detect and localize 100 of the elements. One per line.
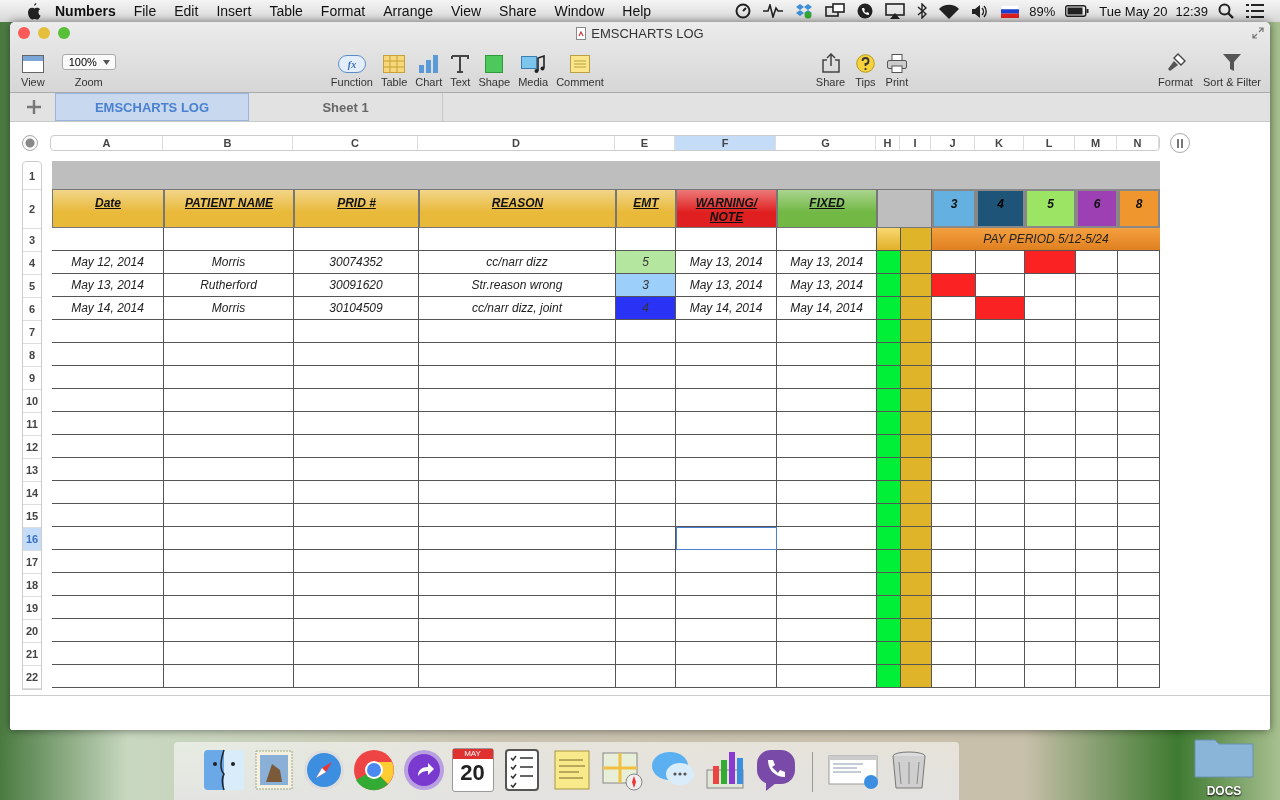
column-header[interactable]: F — [675, 136, 776, 150]
chart-button[interactable]: Chart — [412, 44, 446, 92]
phone-bubble-icon[interactable] — [857, 3, 874, 19]
gauge-icon[interactable] — [735, 3, 752, 19]
emt-key-cell: 6 — [1076, 189, 1118, 228]
fullscreen-icon[interactable] — [1252, 27, 1264, 39]
table-button[interactable]: Table — [378, 44, 411, 92]
column-header[interactable]: B — [163, 136, 293, 150]
table-cell — [901, 343, 932, 366]
column-header[interactable]: L — [1024, 136, 1075, 150]
row-number[interactable]: 3 — [23, 229, 41, 252]
browser-icon[interactable] — [351, 748, 396, 792]
row-number[interactable]: 6 — [23, 298, 41, 321]
column-header[interactable]: N — [1117, 136, 1159, 150]
menu-item[interactable]: Edit — [174, 3, 199, 19]
row-number[interactable]: 19 — [23, 597, 41, 620]
table-cell — [901, 596, 932, 619]
row-number[interactable]: 13 — [23, 459, 41, 482]
table-cell: May 13, 2014 — [52, 274, 164, 297]
filter-button[interactable]: Sort & Filter — [1199, 44, 1264, 92]
media-button[interactable]: Media — [515, 44, 552, 92]
list-icon[interactable] — [1246, 4, 1264, 18]
column-header[interactable]: I — [900, 136, 931, 150]
table-cell — [616, 527, 676, 550]
apple-logo-icon[interactable] — [26, 2, 41, 20]
row-number[interactable]: 2 — [23, 190, 41, 229]
add-sheet-icon[interactable] — [27, 100, 41, 114]
menu-item[interactable]: Format — [320, 3, 366, 19]
row-number[interactable]: 21 — [23, 643, 41, 666]
row-number[interactable]: 7 — [23, 321, 41, 344]
network-icon[interactable] — [825, 3, 846, 19]
table-cell — [877, 412, 901, 435]
flag-icon[interactable] — [1001, 4, 1020, 18]
row-number[interactable]: 1 — [23, 162, 41, 190]
row-number[interactable]: 11 — [23, 413, 41, 436]
format-button[interactable]: Format — [1155, 44, 1196, 92]
zoom-dropdown[interactable]: 100% — [61, 54, 116, 70]
volume-icon[interactable] — [971, 3, 990, 19]
view-button[interactable]: View — [18, 44, 48, 92]
row-number[interactable]: 8 — [23, 344, 41, 367]
search-icon[interactable] — [1218, 3, 1234, 19]
menu-item[interactable]: Table — [269, 3, 303, 19]
menu-date[interactable]: Tue May 20 — [1099, 3, 1168, 19]
menu-item[interactable]: Help — [622, 3, 652, 19]
row-number[interactable]: 12 — [23, 436, 41, 459]
table-cell: May 13, 2014 — [676, 251, 777, 274]
menu-time[interactable]: 12:39 — [1175, 3, 1208, 19]
row-number[interactable]: 10 — [23, 390, 41, 413]
pulse-icon[interactable] — [763, 4, 784, 18]
column-header[interactable]: G — [776, 136, 876, 150]
table-cell — [616, 320, 676, 343]
table-cell — [901, 619, 932, 642]
column-header[interactable]: C — [293, 136, 418, 150]
header-cell: PATIENT NAME — [164, 189, 294, 228]
row-number[interactable]: 5 — [23, 275, 41, 298]
row-number[interactable]: 16 — [23, 528, 41, 551]
close-button[interactable] — [18, 27, 30, 39]
table-cell — [901, 642, 932, 665]
table-cell: 3 — [616, 274, 676, 297]
row-number[interactable]: 20 — [23, 620, 41, 643]
dropbox-icon[interactable] — [795, 3, 814, 19]
shape-button[interactable]: Shape — [475, 44, 514, 92]
select-all-button[interactable] — [22, 135, 38, 151]
window-title: EMSCHARTS LOG — [591, 25, 704, 41]
app-menu[interactable]: Numbers — [55, 3, 116, 19]
menu-item[interactable]: Arrange — [383, 3, 433, 19]
battery-icon[interactable] — [1065, 5, 1090, 17]
sheet-tab[interactable]: Sheet 1 — [249, 93, 443, 121]
column-header[interactable]: A — [51, 136, 163, 150]
column-header[interactable]: H — [876, 136, 900, 150]
menu-item[interactable]: File — [133, 3, 157, 19]
column-header[interactable]: D — [418, 136, 615, 150]
column-header[interactable]: M — [1075, 136, 1117, 150]
column-header[interactable]: K — [975, 136, 1024, 150]
row-number[interactable]: 9 — [23, 367, 41, 390]
share-button[interactable]: Share — [812, 44, 849, 92]
table-cell: May 12, 2014 — [52, 251, 164, 274]
row-number[interactable]: 18 — [23, 574, 41, 597]
row-number[interactable]: 22 — [23, 666, 41, 689]
tips-button[interactable]: Tips — [852, 44, 879, 92]
menu-item[interactable]: Window — [554, 3, 605, 19]
airplay-icon[interactable] — [885, 3, 906, 19]
print-button[interactable]: Print — [882, 44, 912, 92]
menu-item[interactable]: View — [451, 3, 482, 19]
compass-icon[interactable] — [301, 748, 346, 792]
function-button[interactable]: fx Function — [327, 44, 376, 92]
row-number[interactable]: 17 — [23, 551, 41, 574]
comment-button[interactable]: Comment — [553, 44, 607, 92]
row-number[interactable]: 4 — [23, 252, 41, 275]
column-header[interactable]: J — [931, 136, 975, 150]
row-number[interactable]: 14 — [23, 482, 41, 505]
wifi-icon[interactable] — [939, 3, 960, 19]
menu-item[interactable]: Share — [499, 3, 537, 19]
table-cell — [877, 435, 901, 458]
menu-item[interactable]: Insert — [216, 3, 252, 19]
finder-icon[interactable] — [201, 748, 246, 792]
bluetooth-icon[interactable] — [917, 3, 928, 19]
text-button[interactable]: Text — [447, 44, 474, 92]
table-cell — [616, 366, 676, 389]
calendar-icon[interactable]: MAY 20 — [451, 748, 494, 792]
